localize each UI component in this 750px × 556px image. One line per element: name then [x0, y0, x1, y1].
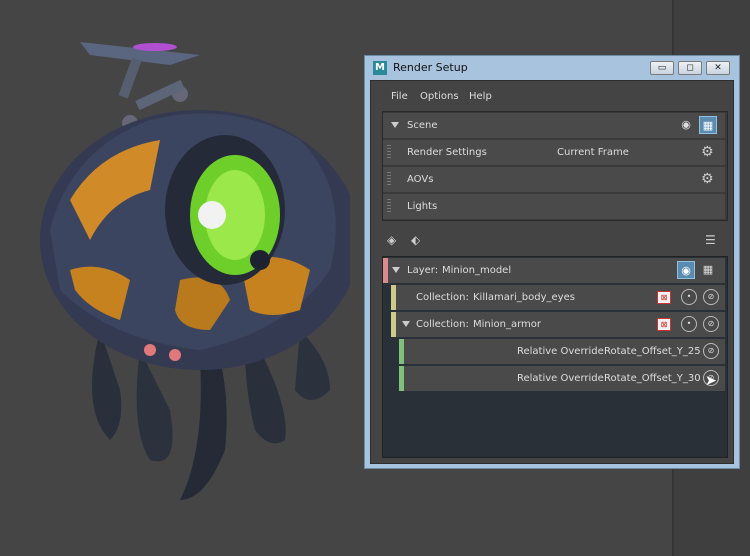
minion-creature-model — [40, 42, 350, 500]
menu-options[interactable]: Options — [420, 91, 459, 102]
override-color-stripe — [399, 366, 404, 391]
override-name: Rotate_Offset_Y_30 — [604, 373, 701, 384]
disable-icon[interactable]: ⊘ — [703, 289, 719, 305]
expand-arrow-icon[interactable] — [392, 267, 400, 273]
lights-row[interactable]: Lights — [383, 194, 725, 219]
collection-name: Minion_armor — [473, 319, 542, 330]
layer-color-stripe — [383, 258, 388, 283]
import-icon[interactable]: ⬖ — [411, 233, 420, 247]
collection-prefix: Collection: — [416, 319, 469, 330]
override-prefix: Relative Override: — [517, 373, 608, 384]
enable-icon[interactable]: • — [681, 289, 697, 305]
override-prefix: Relative Override: — [517, 346, 608, 357]
render-settings-row[interactable]: Render Settings Current Frame ⚙ — [383, 140, 725, 165]
maya-app-icon: M — [373, 61, 387, 75]
enable-icon[interactable]: • — [681, 316, 697, 332]
layer-row[interactable]: Layer: Minion_model ◉ ▦ — [383, 258, 725, 283]
override-name: Rotate_Offset_Y_25 — [604, 346, 701, 357]
expand-arrow-icon[interactable] — [402, 321, 410, 327]
render-settings-label: Render Settings — [407, 147, 487, 158]
drag-handle-icon[interactable] — [387, 199, 391, 213]
collection-row[interactable]: Collection: Killamari_body_eyes ⊠ • ⊘ — [391, 285, 725, 310]
eye-icon[interactable]: ◉ — [677, 116, 695, 134]
scene-label: Scene — [407, 120, 438, 131]
menu-help[interactable]: Help — [469, 91, 492, 102]
render-setup-window[interactable]: M Render Setup ▭ ◻ ✕ File Options Help S… — [364, 55, 740, 469]
expand-arrow-icon[interactable] — [391, 122, 399, 128]
collection-name: Killamari_body_eyes — [473, 292, 575, 303]
isolate-select-icon[interactable]: ⊠ — [657, 318, 671, 331]
layers-panel: Layer: Minion_model ◉ ▦ Collection: Kill… — [382, 256, 728, 458]
render-visible-icon[interactable]: ▦ — [699, 116, 717, 134]
title-bar[interactable]: M Render Setup ▭ ◻ ✕ — [365, 56, 739, 80]
collection-row[interactable]: Collection: Minion_armor ⊠ • ⊘ — [391, 312, 725, 337]
aovs-label: AOVs — [407, 174, 434, 185]
mouse-cursor-icon: ➤ — [705, 373, 717, 389]
render-list-icon[interactable]: ☰ — [705, 233, 716, 247]
create-layer-icon[interactable]: ◈ — [387, 233, 396, 247]
drag-handle-icon[interactable] — [387, 145, 391, 159]
minimize-button[interactable]: ▭ — [650, 61, 674, 75]
aovs-row[interactable]: AOVs ⚙ — [383, 167, 725, 192]
gear-icon[interactable]: ⚙ — [701, 172, 714, 186]
close-button[interactable]: ✕ — [706, 61, 730, 75]
disable-icon[interactable]: ⊘ — [703, 316, 719, 332]
window-title: Render Setup — [393, 61, 468, 74]
render-settings-value: Current Frame — [557, 147, 629, 158]
override-row[interactable]: Relative Override: Rotate_Offset_Y_30 ⊘ … — [399, 366, 725, 391]
drag-handle-icon[interactable] — [387, 172, 391, 186]
gear-icon[interactable]: ⚙ — [701, 145, 714, 159]
menu-bar: File Options Help — [371, 81, 733, 109]
isolate-select-icon[interactable]: ⊠ — [657, 291, 671, 304]
disable-icon[interactable]: ⊘ — [703, 343, 719, 359]
layer-prefix: Layer: — [407, 265, 439, 276]
window-content: File Options Help Scene ◉ ▦ Render Setti… — [370, 80, 734, 464]
layer-name: Minion_model — [442, 265, 512, 276]
scene-panel: Scene ◉ ▦ Render Settings Current Frame … — [382, 111, 728, 221]
menu-file[interactable]: File — [391, 91, 408, 102]
override-color-stripe — [399, 339, 404, 364]
scene-row[interactable]: Scene ◉ ▦ — [383, 113, 725, 138]
eye-icon[interactable]: ◉ — [677, 261, 695, 279]
maximize-button[interactable]: ◻ — [678, 61, 702, 75]
collection-prefix: Collection: — [416, 292, 469, 303]
collection-color-stripe — [391, 312, 396, 337]
lights-label: Lights — [407, 201, 438, 212]
override-row[interactable]: Relative Override: Rotate_Offset_Y_25 ⊘ — [399, 339, 725, 364]
collection-color-stripe — [391, 285, 396, 310]
render-visible-icon[interactable]: ▦ — [699, 261, 717, 279]
